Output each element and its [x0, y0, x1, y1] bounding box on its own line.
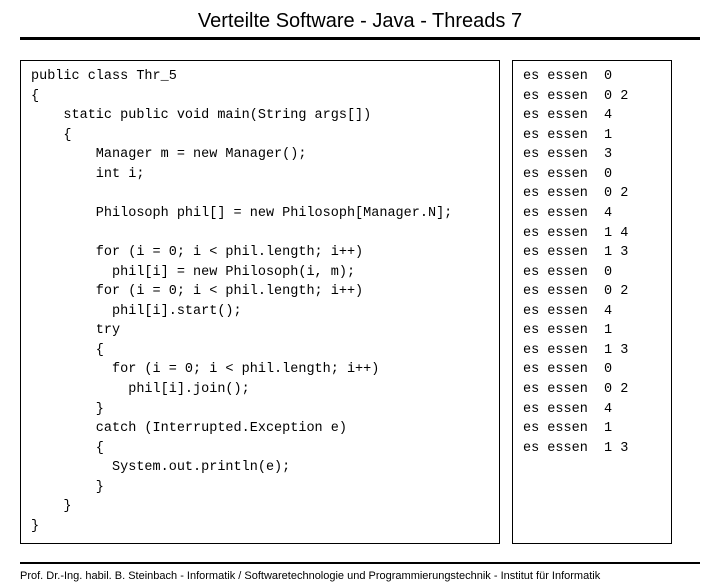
- footer-text: Prof. Dr.-Ing. habil. B. Steinbach - Inf…: [20, 564, 700, 582]
- code-listing: public class Thr_5 { static public void …: [20, 60, 500, 544]
- slide: Verteilte Software - Java - Threads 7 pu…: [0, 0, 720, 540]
- program-output: es essen 0 es essen 0 2 es essen 4 es es…: [512, 60, 672, 544]
- page-title: Verteilte Software - Java - Threads 7: [20, 10, 700, 40]
- content-row: public class Thr_5 { static public void …: [20, 60, 700, 544]
